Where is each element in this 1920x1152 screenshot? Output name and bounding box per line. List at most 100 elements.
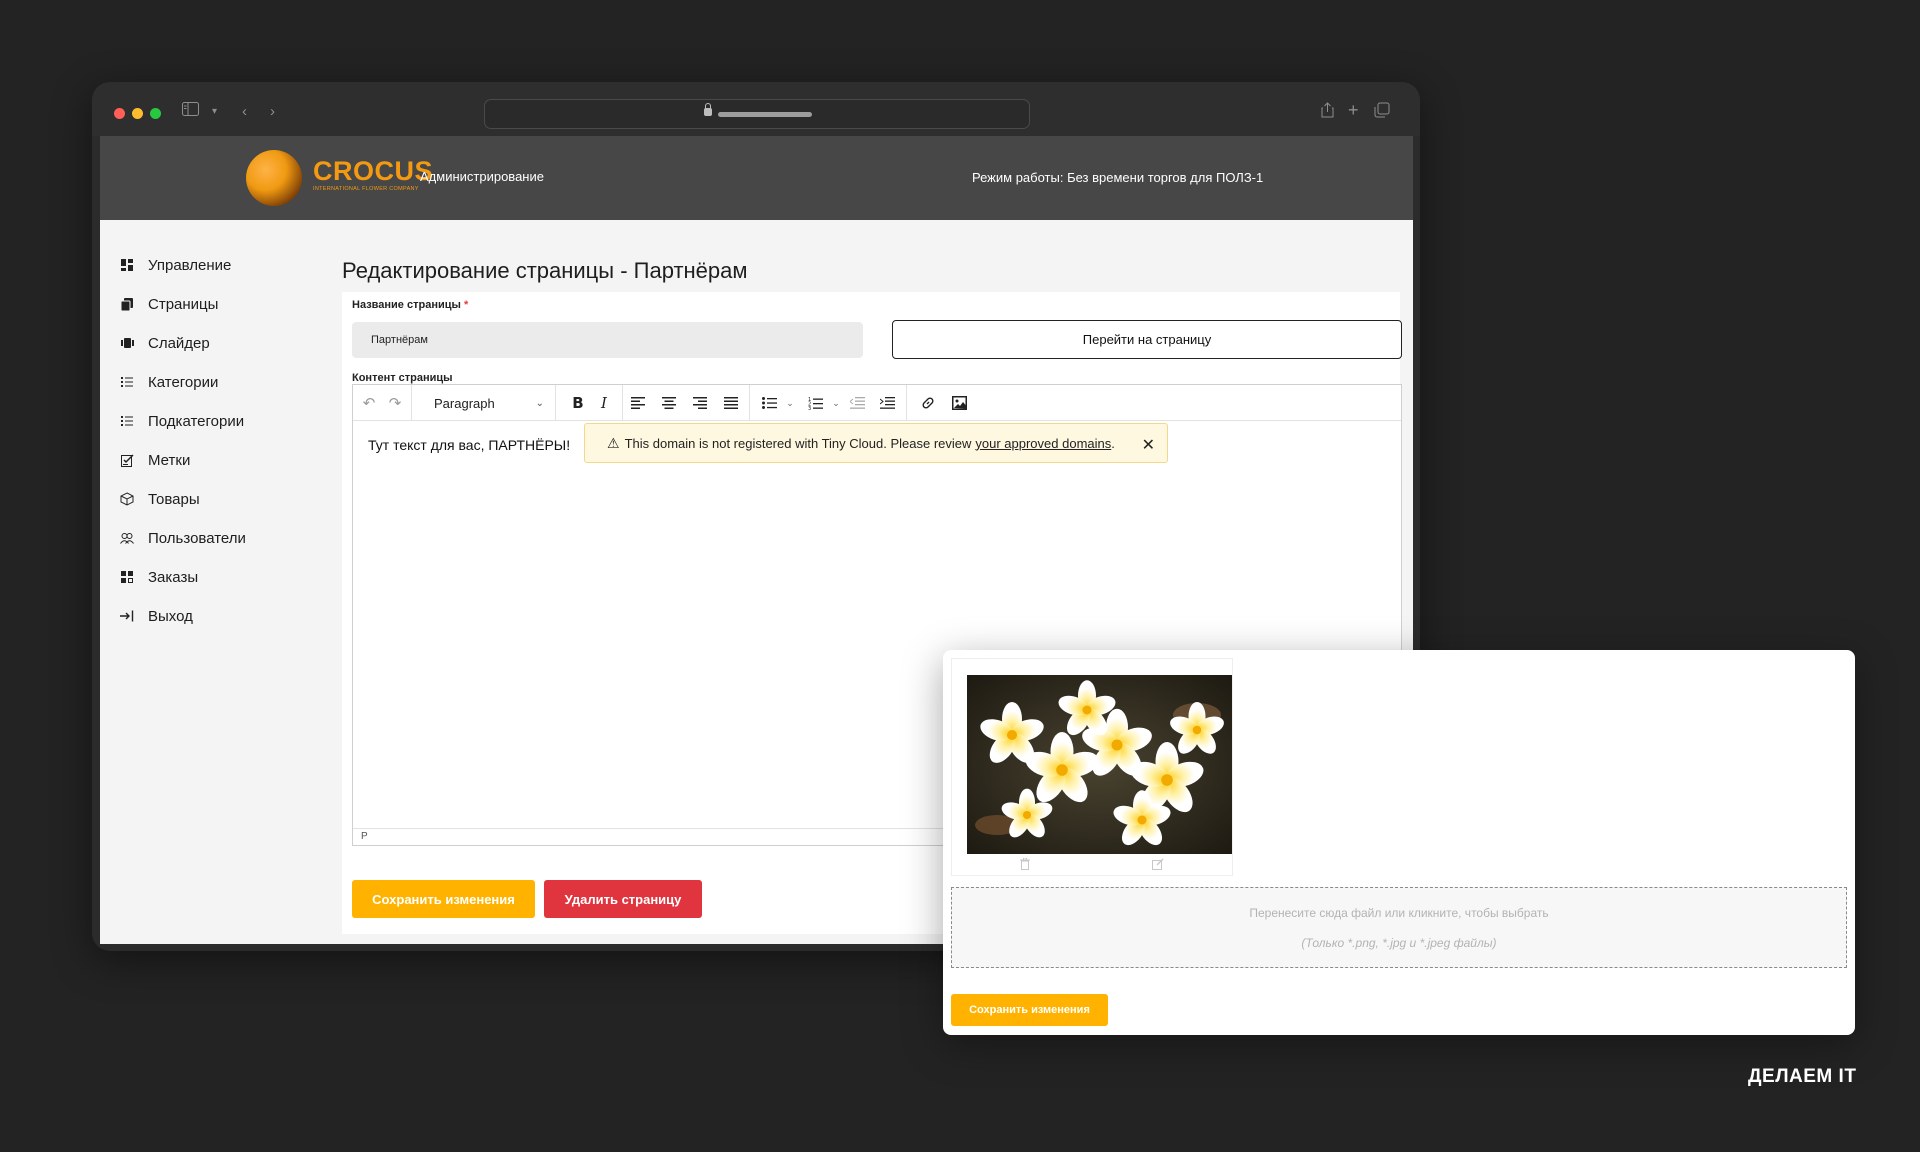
- sidebar-item-management[interactable]: Управление: [120, 253, 231, 277]
- sidebar-item-products[interactable]: Товары: [120, 487, 200, 511]
- tiny-cloud-warning: ⚠ This domain is not registered with Tin…: [584, 423, 1168, 463]
- delete-page-button[interactable]: Удалить страницу: [544, 880, 702, 918]
- save-image-button[interactable]: Сохранить изменения: [951, 994, 1108, 1026]
- sidebar-item-label: Страницы: [148, 295, 219, 313]
- top-bar: CROCUS INTERNATIONAL FLOWER COMPANY Адми…: [100, 136, 1413, 220]
- sidebar-item-label: Метки: [148, 451, 191, 469]
- chevron-down-icon[interactable]: ▾: [212, 102, 217, 122]
- warning-text: This domain is not registered with Tiny …: [624, 435, 972, 451]
- sidebar-toggle-icon[interactable]: [182, 102, 199, 122]
- dashboard-icon: [120, 258, 134, 272]
- minimize-window-button[interactable]: [132, 108, 143, 119]
- block-format-select[interactable]: Paragraph ⌄: [424, 389, 552, 417]
- block-format-value: Paragraph: [434, 395, 495, 411]
- approved-domains-link[interactable]: your approved domains: [975, 436, 1111, 451]
- page-name-label: Название страницы *: [352, 299, 468, 311]
- box-icon: [120, 492, 134, 506]
- align-right-icon[interactable]: [686, 389, 714, 417]
- admin-label: Администрирование: [420, 169, 544, 184]
- sidebar-item-label: Заказы: [148, 568, 199, 586]
- bold-icon[interactable]: B: [564, 389, 592, 417]
- sidebar-item-slider[interactable]: Слайдер: [120, 331, 210, 355]
- link-icon[interactable]: [914, 389, 942, 417]
- slider-icon: [120, 336, 134, 350]
- editor-toolbar: ↶ ↷ Paragraph ⌄ B I ⌄ 1 2 3 ⌄: [353, 385, 1401, 421]
- toolbar-divider: [411, 385, 412, 421]
- chevron-down-icon[interactable]: ⌄: [776, 389, 804, 417]
- warning-icon: ⚠: [607, 434, 620, 451]
- sidebar-item-subcategories[interactable]: Подкатегории: [120, 409, 244, 433]
- redo-icon[interactable]: ↷: [381, 389, 409, 417]
- sidebar-item-users[interactable]: Пользователи: [120, 526, 246, 550]
- users-icon: [120, 531, 134, 545]
- sidebar-item-categories[interactable]: Категории: [120, 370, 218, 394]
- sidebar-item-pages[interactable]: Страницы: [120, 292, 218, 316]
- file-dropzone[interactable]: Перенесите сюда файл или кликните, чтобы…: [951, 887, 1847, 968]
- tabs-overview-icon[interactable]: [1374, 102, 1390, 124]
- new-tab-icon[interactable]: +: [1348, 100, 1359, 120]
- logo-subtext: INTERNATIONAL FLOWER COMPANY: [313, 186, 419, 192]
- edit-icon[interactable]: [1152, 858, 1164, 873]
- goto-page-button[interactable]: Перейти на страницу: [892, 320, 1402, 359]
- required-mark: *: [463, 299, 469, 311]
- toolbar-divider: [906, 385, 907, 421]
- sidebar-item-label: Подкатегории: [148, 412, 245, 430]
- align-center-icon[interactable]: [655, 389, 683, 417]
- sidebar-item-label: Управление: [148, 256, 232, 274]
- globe-logo-icon[interactable]: [246, 150, 302, 206]
- indent-icon[interactable]: [873, 389, 901, 417]
- list-icon: [120, 414, 134, 428]
- dropzone-hint: (Только *.png, *.jpg и *.jpeg файлы): [1301, 936, 1497, 950]
- page-name-label-text: Название страницы: [352, 299, 461, 311]
- save-changes-button[interactable]: Сохранить изменения: [352, 880, 535, 918]
- editor-content[interactable]: Тут текст для вас, ПАРТНЁРЫ!: [368, 437, 570, 453]
- logo-text[interactable]: CROCUS: [313, 156, 433, 187]
- sidebar-item-logout[interactable]: Выход: [120, 604, 193, 628]
- sidebar-item-label: Слайдер: [148, 334, 210, 352]
- sidebar-item-label: Выход: [148, 607, 193, 625]
- pages-icon: [120, 297, 134, 311]
- page-name-input[interactable]: [352, 322, 863, 358]
- outdent-icon[interactable]: [843, 389, 871, 417]
- brand-watermark: ДЕЛАЕМ IT: [1748, 1066, 1857, 1087]
- toolbar-divider: [749, 385, 750, 421]
- sidebar-item-label: Категории: [148, 373, 219, 391]
- sidebar-item-orders[interactable]: Заказы: [120, 565, 198, 589]
- svg-text:3: 3: [808, 406, 811, 410]
- close-window-button[interactable]: [114, 108, 125, 119]
- list-icon: [120, 375, 134, 389]
- image-icon[interactable]: [945, 389, 973, 417]
- back-icon[interactable]: ‹: [242, 102, 247, 122]
- browser-chrome: ▾ ‹ › +: [92, 82, 1420, 136]
- orders-icon: [120, 570, 134, 584]
- sidebar-item-tags[interactable]: Метки: [120, 448, 190, 472]
- sidebar-item-label: Пользователи: [148, 529, 246, 547]
- sidebar-item-label: Товары: [148, 490, 200, 508]
- dropzone-text: Перенесите сюда файл или кликните, чтобы…: [1249, 906, 1549, 920]
- align-left-icon[interactable]: [624, 389, 652, 417]
- work-mode-label: Режим работы: Без времени торгов для ПОЛ…: [972, 170, 1264, 185]
- undo-icon[interactable]: ↶: [355, 389, 383, 417]
- page-title: Редактирование страницы - Партнёрам: [342, 258, 748, 283]
- share-icon[interactable]: [1321, 102, 1334, 124]
- align-justify-icon[interactable]: [717, 389, 745, 417]
- toolbar-divider: [622, 385, 623, 421]
- close-icon[interactable]: ✕: [1142, 435, 1155, 455]
- maximize-window-button[interactable]: [150, 108, 161, 119]
- forward-icon[interactable]: ›: [270, 102, 275, 122]
- trash-icon[interactable]: [1020, 857, 1030, 873]
- warning-text-end: .: [1111, 435, 1115, 451]
- image-card: [951, 658, 1233, 876]
- image-actions: [952, 857, 1232, 876]
- chevron-down-icon: ⌄: [535, 397, 544, 409]
- image-upload-panel: Перенесите сюда файл или кликните, чтобы…: [943, 650, 1855, 1035]
- sidebar: Управление Страницы Слайдер Категории По…: [100, 220, 332, 944]
- tag-icon: [120, 453, 134, 467]
- italic-icon[interactable]: I: [590, 389, 618, 417]
- address-bar[interactable]: [484, 99, 1030, 129]
- toolbar-divider: [555, 385, 556, 421]
- logout-icon: [120, 609, 134, 623]
- lock-icon: [704, 103, 712, 116]
- flower-image: [967, 675, 1232, 854]
- page-content-label: Контент страницы: [352, 372, 453, 384]
